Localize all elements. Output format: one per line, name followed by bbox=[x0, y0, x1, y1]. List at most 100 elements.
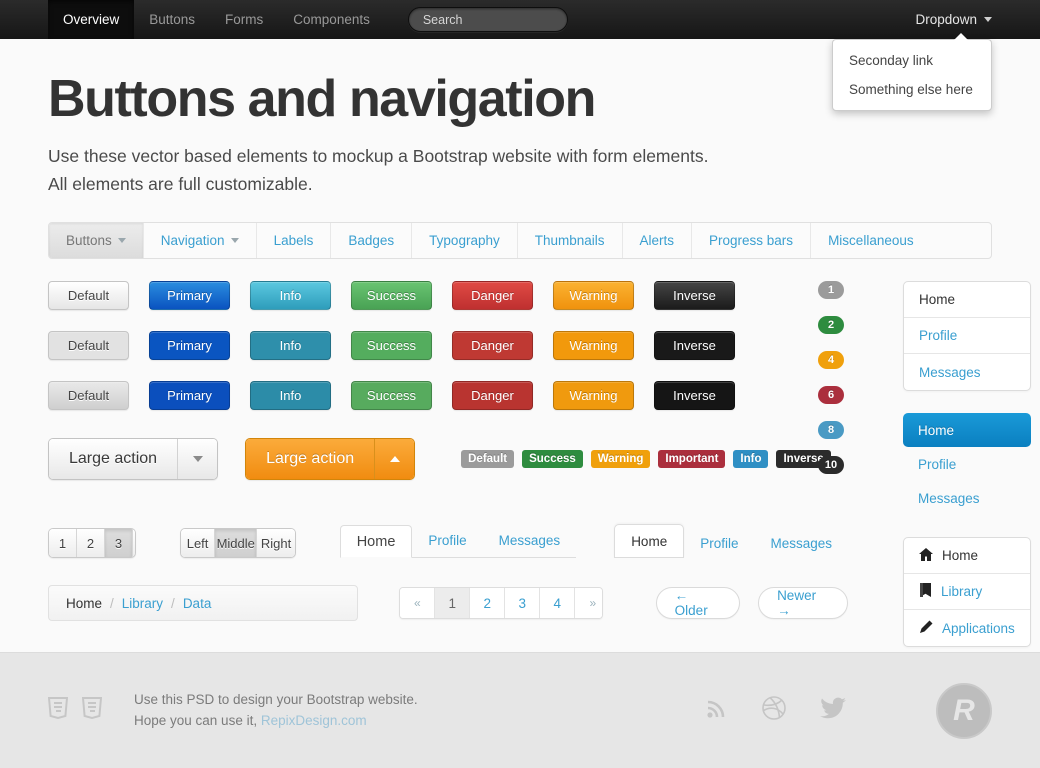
tab-messages[interactable]: Messages bbox=[483, 524, 577, 557]
side-column: Home Profile Messages Home Profile Messa… bbox=[903, 281, 1031, 648]
sidebar-item-messages[interactable]: Messages bbox=[903, 481, 1031, 515]
tab-profile[interactable]: Profile bbox=[412, 524, 482, 557]
button-info[interactable]: Info bbox=[250, 331, 331, 361]
button-inverse[interactable]: Inverse bbox=[654, 331, 735, 361]
breadcrumb-item-library[interactable]: Library bbox=[122, 596, 163, 611]
list-item-home[interactable]: Home bbox=[904, 282, 1030, 319]
pill-tab-typography[interactable]: Typography bbox=[412, 223, 518, 259]
breadcrumb-item-data[interactable]: Data bbox=[183, 596, 212, 611]
home-icon bbox=[919, 547, 933, 564]
tab-home[interactable]: Home bbox=[614, 524, 685, 559]
breadcrumb-item-home[interactable]: Home bbox=[66, 596, 102, 611]
search-input[interactable]: Search bbox=[407, 7, 568, 32]
sidebar-list-group: Home Profile Messages bbox=[903, 281, 1031, 392]
pill-label: Alerts bbox=[639, 233, 675, 249]
pill-tab-progress-bars[interactable]: Progress bars bbox=[692, 223, 812, 259]
button-success[interactable]: Success bbox=[351, 331, 432, 361]
button-primary[interactable]: Primary bbox=[149, 381, 230, 411]
dribbble-icon[interactable] bbox=[762, 696, 786, 725]
twitter-icon[interactable] bbox=[820, 697, 846, 724]
badge-10: 10 bbox=[818, 456, 844, 475]
large-action-default-caret[interactable] bbox=[177, 439, 218, 480]
button-danger[interactable]: Danger bbox=[452, 331, 533, 361]
group-button-4[interactable]: 4 bbox=[133, 529, 136, 558]
pagination-page-4[interactable]: 4 bbox=[540, 588, 576, 619]
pagination-page-2[interactable]: 2 bbox=[470, 588, 506, 619]
pill-tab-miscellaneous[interactable]: Miscellaneous bbox=[811, 223, 991, 258]
button-danger[interactable]: Danger bbox=[452, 281, 533, 311]
pager-older-button[interactable]: ← Older bbox=[655, 587, 741, 620]
nav-item-label: Overview bbox=[63, 12, 120, 27]
group-button-middle[interactable]: Middle bbox=[215, 529, 258, 558]
nav-item-label: Buttons bbox=[149, 12, 196, 27]
button-default[interactable]: Default bbox=[48, 381, 129, 411]
large-action-default-button[interactable]: Large action bbox=[49, 439, 178, 480]
large-action-orange-button[interactable]: Large action bbox=[246, 439, 375, 480]
footer-line-2-prefix: Hope you can use it, bbox=[134, 712, 261, 728]
button-warning[interactable]: Warning bbox=[553, 281, 634, 311]
nav-item-overview[interactable]: Overview bbox=[48, 0, 135, 39]
sidebar-stacked-nav: Home Profile Messages bbox=[903, 413, 1031, 515]
label-important: Important bbox=[658, 450, 726, 469]
button-default[interactable]: Default bbox=[48, 281, 129, 311]
button-warning[interactable]: Warning bbox=[553, 331, 634, 361]
dropdown-item-something-else[interactable]: Something else here bbox=[833, 75, 991, 104]
nav-item-buttons[interactable]: Buttons bbox=[134, 0, 210, 39]
list-item-messages[interactable]: Messages bbox=[904, 354, 1030, 390]
pagination-prev[interactable]: « bbox=[400, 588, 436, 619]
sidebar-item-home[interactable]: Home bbox=[903, 413, 1031, 448]
lead-line-1: Use these vector based elements to mocku… bbox=[48, 146, 709, 167]
button-primary[interactable]: Primary bbox=[149, 281, 230, 311]
button-default[interactable]: Default bbox=[48, 331, 129, 361]
group-button-3[interactable]: 3 bbox=[105, 529, 133, 558]
sidebar-item-profile[interactable]: Profile bbox=[903, 447, 1031, 481]
list-item-profile[interactable]: Profile bbox=[904, 318, 1030, 355]
icon-list-item-home[interactable]: Home bbox=[904, 538, 1030, 575]
button-success[interactable]: Success bbox=[351, 281, 432, 311]
icon-list-item-applications[interactable]: Applications bbox=[904, 610, 1030, 646]
button-info[interactable]: Info bbox=[250, 381, 331, 411]
large-action-orange-caret[interactable] bbox=[374, 439, 415, 480]
pill-tab-navigation[interactable]: Navigation bbox=[144, 223, 257, 259]
tab-messages[interactable]: Messages bbox=[754, 528, 848, 558]
icon-list-item-library[interactable]: Library bbox=[904, 574, 1030, 611]
pill-tab-buttons[interactable]: Buttons bbox=[49, 223, 144, 259]
pagination-next[interactable]: » bbox=[575, 588, 602, 619]
button-success[interactable]: Success bbox=[351, 381, 432, 411]
group-button-2[interactable]: 2 bbox=[77, 529, 105, 558]
button-inverse[interactable]: Inverse bbox=[654, 381, 735, 411]
button-warning[interactable]: Warning bbox=[553, 381, 634, 411]
button-info[interactable]: Info bbox=[250, 281, 331, 311]
group-button-1[interactable]: 1 bbox=[49, 529, 77, 558]
rss-icon[interactable] bbox=[706, 697, 728, 724]
footer-link-repixdesign[interactable]: RepixDesign.com bbox=[261, 713, 367, 728]
button-inverse[interactable]: Inverse bbox=[654, 281, 735, 311]
tab-home[interactable]: Home bbox=[339, 525, 413, 559]
badge-6: 6 bbox=[818, 386, 844, 405]
group-button-right[interactable]: Right bbox=[257, 529, 295, 558]
badge-column: 1 2 4 6 8 10 bbox=[818, 281, 844, 491]
pill-label: Buttons bbox=[66, 233, 112, 249]
nav-item-label: Forms bbox=[225, 12, 264, 27]
sidebar-icon-list: Home Library Applications bbox=[903, 537, 1031, 648]
button-primary[interactable]: Primary bbox=[149, 331, 230, 361]
pill-label: Miscellaneous bbox=[828, 233, 914, 249]
button-danger[interactable]: Danger bbox=[452, 381, 533, 411]
pager-newer-button[interactable]: Newer → bbox=[758, 587, 848, 620]
pagination-page-1[interactable]: 1 bbox=[435, 588, 471, 619]
footer-line-2: Hope you can use it, RepixDesign.com bbox=[134, 711, 418, 732]
pill-tab-badges[interactable]: Badges bbox=[331, 223, 413, 259]
nav-item-forms[interactable]: Forms bbox=[210, 0, 278, 39]
pill-tab-labels[interactable]: Labels bbox=[257, 223, 332, 259]
dropdown-item-secondary-link[interactable]: Seconday link bbox=[833, 46, 991, 75]
tab-profile[interactable]: Profile bbox=[684, 528, 754, 558]
pill-label: Labels bbox=[273, 233, 314, 249]
nav-item-components[interactable]: Components bbox=[278, 0, 385, 39]
pagination: « 1 2 3 4 » bbox=[399, 587, 603, 620]
pagination-page-3[interactable]: 3 bbox=[505, 588, 541, 619]
group-button-left[interactable]: Left bbox=[181, 529, 216, 558]
pill-tab-thumbnails[interactable]: Thumbnails bbox=[518, 223, 623, 259]
pill-label: Progress bars bbox=[709, 233, 794, 249]
pill-tab-alerts[interactable]: Alerts bbox=[623, 223, 693, 259]
footer-social bbox=[706, 696, 846, 725]
